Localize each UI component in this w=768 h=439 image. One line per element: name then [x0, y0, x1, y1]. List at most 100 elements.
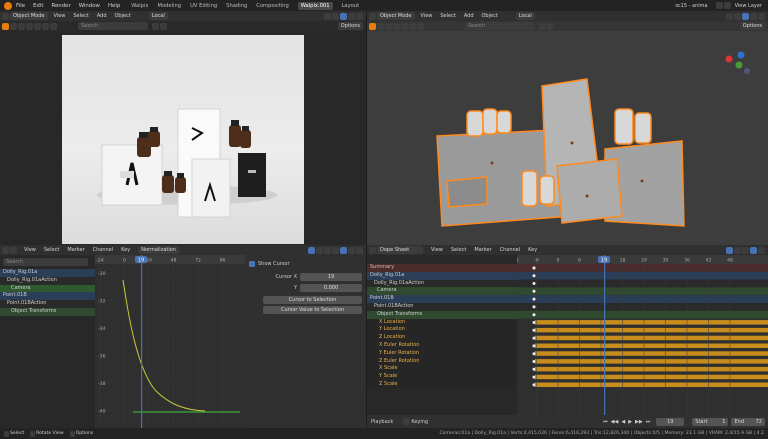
view-layer[interactable]: View Layer	[735, 3, 762, 9]
dope-playhead-line[interactable]	[604, 255, 606, 415]
menu-select[interactable]: Select	[73, 13, 88, 19]
viewport-search[interactable]: Search	[78, 22, 148, 30]
proportional-icon[interactable]	[385, 22, 392, 30]
pivot-icon[interactable]	[393, 22, 400, 30]
dope-channel-row[interactable]: X Euler Rotation	[367, 341, 517, 350]
editor-type-icon[interactable]	[369, 12, 376, 20]
keyframe-plot[interactable]: -12-60612182430364248 19	[517, 255, 768, 415]
pan-hand-icon[interactable]	[749, 92, 759, 102]
dope-channel-row[interactable]: Point.01B	[367, 295, 517, 303]
viewport-search[interactable]: Search	[465, 22, 535, 30]
keyframe[interactable]	[532, 274, 536, 278]
transform-icon[interactable]	[34, 22, 41, 30]
channel-search[interactable]: Search	[3, 258, 88, 266]
playhead-line[interactable]	[141, 255, 143, 428]
hold-bar[interactable]	[535, 335, 768, 341]
xray-icon[interactable]	[734, 12, 741, 20]
material-shading-icon[interactable]	[348, 12, 355, 20]
only-selected-icon[interactable]	[726, 246, 733, 254]
tab-compositing[interactable]: Compositing	[256, 3, 289, 9]
material-shading-icon[interactable]	[750, 12, 757, 20]
hold-bar[interactable]	[535, 366, 768, 372]
keyframe[interactable]	[532, 297, 536, 301]
next-key-icon[interactable]: ▶▶	[635, 419, 643, 425]
camera-view-icon[interactable]	[749, 107, 759, 117]
filter-icon[interactable]	[50, 22, 57, 30]
hold-bar[interactable]	[535, 382, 768, 388]
cursor-to-selection-button[interactable]: Cursor to Selection	[263, 296, 362, 304]
overlay-icon[interactable]	[324, 12, 331, 20]
xray-icon[interactable]	[332, 12, 339, 20]
menu-window[interactable]: Window	[79, 3, 100, 9]
graph-channel-row[interactable]: Camera	[0, 284, 95, 293]
visibility-icon[interactable]	[42, 22, 49, 30]
render-icon[interactable]	[723, 2, 731, 9]
proportional-icon[interactable]	[18, 22, 25, 30]
pivot-icon[interactable]	[26, 22, 33, 30]
mode-dropdown[interactable]: Object Mode	[10, 12, 48, 20]
menu-view[interactable]: View	[24, 247, 36, 253]
left-viewport[interactable]: Object Mode View Select Add Object Local…	[0, 11, 366, 245]
current-frame-field[interactable]: 19	[656, 417, 685, 426]
options-dropdown[interactable]: Options	[337, 22, 363, 30]
play-icon[interactable]: ▶	[628, 419, 632, 425]
play-reverse-icon[interactable]: ◀	[621, 419, 625, 425]
keyframe[interactable]	[532, 282, 536, 285]
filter-icon[interactable]	[417, 22, 424, 30]
overlay-icon[interactable]	[726, 12, 733, 20]
editor-type-icon[interactable]	[2, 12, 9, 20]
editor-type-icon[interactable]	[369, 246, 376, 254]
active-tool-icon[interactable]	[2, 22, 9, 30]
blender-logo-icon[interactable]	[4, 1, 12, 10]
scene-name[interactable]: sc15 - anima	[675, 3, 707, 9]
menu-select[interactable]: Select	[440, 13, 455, 19]
menu-file[interactable]: File	[16, 3, 25, 9]
normalize-toggle[interactable]: Normalization	[138, 246, 179, 254]
show-cursor-checkbox[interactable]	[249, 260, 255, 267]
graph-channel-row[interactable]: Dolly_Rig.01aAction	[0, 276, 95, 285]
tab-uv-editing[interactable]: UV Editing	[190, 3, 217, 9]
funnel-icon[interactable]	[547, 22, 554, 30]
jump-start-icon[interactable]: ⏮	[603, 419, 608, 425]
menu-channel[interactable]: Channel	[500, 247, 521, 253]
mode-icon[interactable]	[10, 246, 17, 254]
hold-bar[interactable]	[535, 320, 768, 325]
grid-view-icon[interactable]	[749, 122, 759, 132]
funnel-icon[interactable]	[160, 22, 167, 30]
dope-keyframe-area[interactable]: -12-60612182430364248 19	[517, 255, 768, 415]
hold-bar[interactable]	[535, 359, 768, 364]
dope-channel-row[interactable]: Y Euler Rotation	[367, 349, 517, 358]
menu-select[interactable]: Select	[44, 247, 59, 253]
tab-walpix-001[interactable]: Walpix.001	[297, 1, 333, 10]
menu-view[interactable]: View	[431, 247, 443, 253]
rendered-shading-icon[interactable]	[758, 12, 765, 20]
collection-icon[interactable]	[539, 22, 546, 30]
dope-channel-row[interactable]: Z Location	[367, 334, 517, 342]
rendered-shading-icon[interactable]	[356, 12, 363, 20]
collection-icon[interactable]	[152, 22, 159, 30]
keyframe[interactable]	[532, 305, 536, 309]
ghost-icon[interactable]	[324, 246, 331, 254]
solid-shading-icon[interactable]	[742, 12, 749, 20]
dope-channel-row[interactable]: Dolly_Rig.01aAction	[367, 279, 517, 288]
graph-curve-area[interactable]: 19 -24 0 24 48 72 96 -30 -32 -34 -36 -38 -40	[95, 255, 245, 428]
scene-icons[interactable]	[715, 2, 723, 9]
keying-menu[interactable]: Keying	[411, 419, 428, 425]
prev-key-icon[interactable]: ◀◀	[611, 419, 619, 425]
graph-channel-row[interactable]: Point.01B	[0, 292, 95, 301]
graph-editor[interactable]: View Select Marker Channel Key Normaliza…	[0, 245, 366, 428]
fcurve-plot[interactable]: 19 -24 0 24 48 72 96 -30 -32 -34 -36 -38 -40	[95, 255, 245, 428]
pivot-icon[interactable]	[348, 246, 355, 254]
visibility-icon[interactable]	[409, 22, 416, 30]
dope-channel-row[interactable]: Z Euler Rotation	[367, 357, 517, 366]
tab-modeling[interactable]: Modeling	[157, 3, 181, 9]
hold-bar[interactable]	[535, 343, 768, 349]
fcurve-line[interactable]	[122, 279, 206, 412]
orientation-dropdown[interactable]: Local	[515, 12, 535, 20]
only-selected-icon[interactable]	[316, 246, 323, 254]
playback-menu[interactable]: Playback	[371, 419, 393, 425]
right-viewport[interactable]: Object Mode View Select Add Object Local…	[367, 11, 768, 245]
jump-end-icon[interactable]: ⏭	[646, 419, 651, 425]
dope-channel-row[interactable]: Y Location	[367, 326, 517, 335]
mode-dropdown[interactable]: Object Mode	[377, 12, 415, 20]
